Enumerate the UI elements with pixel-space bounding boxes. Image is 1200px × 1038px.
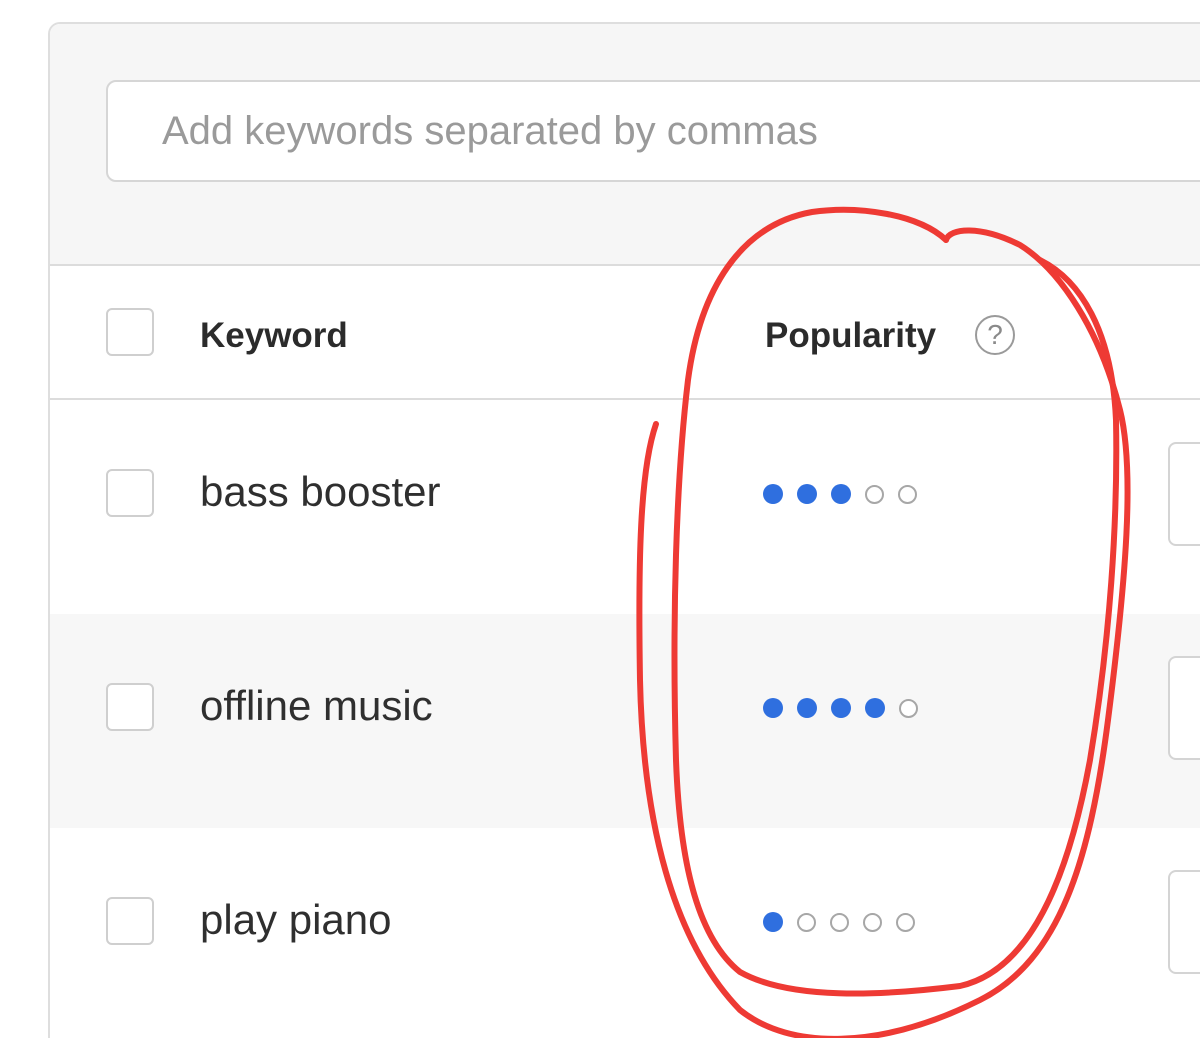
keyword-input[interactable] [106, 80, 1200, 182]
popularity-dot-filled [763, 484, 783, 504]
popularity-dot-empty [896, 912, 915, 932]
popularity-dot-empty [898, 484, 917, 504]
table-row[interactable]: bass booster [50, 400, 1200, 614]
popularity-dot-filled [797, 484, 817, 504]
popularity-rating [763, 696, 918, 720]
keyword-search-area [50, 24, 1200, 266]
row-checkbox[interactable] [106, 683, 154, 731]
popularity-dot-empty [899, 698, 918, 718]
popularity-dot-filled [865, 698, 885, 718]
popularity-rating [763, 910, 915, 934]
select-all-checkbox[interactable] [106, 308, 154, 356]
keyword-panel: Keyword Popularity ? bass booster offlin… [48, 22, 1200, 1038]
table-row[interactable]: offline music [50, 614, 1200, 828]
popularity-dot-filled [763, 698, 783, 718]
row-action-field[interactable] [1168, 870, 1200, 974]
popularity-rating [763, 482, 917, 506]
keyword-cell: bass booster [200, 468, 441, 515]
popularity-column-header[interactable]: Popularity [765, 316, 936, 356]
table-header-row: Keyword Popularity ? [50, 266, 1200, 400]
popularity-dot-empty [863, 912, 882, 932]
screenshot-stage: Keyword Popularity ? bass booster offlin… [0, 0, 1200, 1038]
popularity-dot-filled [831, 698, 851, 718]
popularity-dot-filled [831, 484, 851, 504]
keyword-cell: play piano [200, 896, 392, 943]
popularity-dot-empty [830, 912, 849, 932]
popularity-dot-filled [797, 698, 817, 718]
keyword-cell: offline music [200, 682, 433, 729]
popularity-dot-empty [865, 484, 884, 504]
help-icon[interactable]: ? [975, 315, 1015, 355]
row-checkbox[interactable] [106, 897, 154, 945]
row-checkbox[interactable] [106, 469, 154, 517]
table-row[interactable]: play piano [50, 828, 1200, 1038]
keyword-column-header[interactable]: Keyword [200, 316, 348, 356]
popularity-dot-empty [797, 912, 816, 932]
row-action-field[interactable] [1168, 442, 1200, 546]
popularity-dot-filled [763, 912, 783, 932]
row-action-field[interactable] [1168, 656, 1200, 760]
